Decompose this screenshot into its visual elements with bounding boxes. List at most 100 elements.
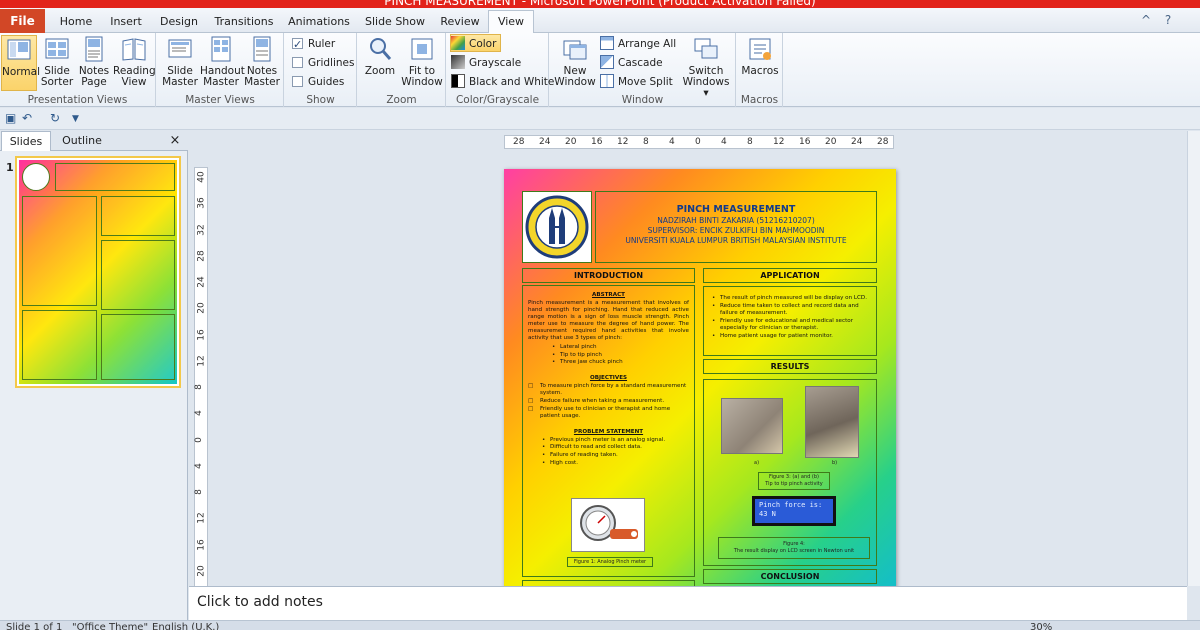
tab-view[interactable]: View bbox=[488, 10, 534, 34]
tab-transitions[interactable]: Transitions bbox=[210, 12, 278, 33]
new-window-button[interactable]: New Window bbox=[554, 35, 596, 91]
slide-master-icon bbox=[168, 39, 192, 58]
group-show: Ruler Gridlines Guides Show bbox=[285, 33, 357, 107]
zoom-button[interactable]: Zoom bbox=[362, 35, 398, 91]
notes-master-button[interactable]: Notes Master bbox=[243, 35, 281, 91]
switch-windows-icon bbox=[694, 38, 718, 59]
slides-pane: Slides Outline × 1 bbox=[0, 131, 188, 620]
figure-3-caption: Figure 3: (a) and (b) Tip to tip pinch a… bbox=[758, 472, 830, 490]
close-pane-icon[interactable]: × bbox=[166, 131, 184, 151]
undo-icon[interactable]: ↶ bbox=[22, 111, 32, 125]
slide-thumbnail-1[interactable] bbox=[15, 156, 181, 388]
tab-slides[interactable]: Slides bbox=[1, 131, 51, 151]
lcd-line-1: Pinch force is: bbox=[759, 501, 823, 509]
slide-master-button[interactable]: Slide Master bbox=[160, 35, 200, 91]
tab-insert[interactable]: Insert bbox=[104, 12, 148, 33]
notes-page-label-2: Page bbox=[81, 76, 107, 88]
fit-to-window-label-2: Window bbox=[401, 76, 443, 88]
guides-checkbox[interactable]: Guides bbox=[292, 73, 344, 91]
pinch-type-item: Tip to tip pinch bbox=[548, 352, 689, 360]
fit-to-window-button[interactable]: Fit to Window bbox=[400, 35, 444, 91]
pinch-types-list: Lateral pinch Tip to tip pinch Three jaw… bbox=[548, 344, 689, 367]
ruler-checkbox[interactable]: Ruler bbox=[292, 35, 335, 54]
notes-page-button[interactable]: Notes Page bbox=[76, 35, 112, 91]
color-label: Color bbox=[469, 38, 497, 50]
problem-item: Difficult to read and collect data. bbox=[538, 444, 689, 452]
vertical-ruler-tick: 4 bbox=[193, 462, 204, 469]
black-white-swatch-icon bbox=[451, 74, 465, 88]
handout-master-label-2: Master bbox=[203, 76, 239, 88]
gridlines-checkbox[interactable]: Gridlines bbox=[292, 54, 354, 72]
group-color-grayscale: Color Grayscale Black and White Color/Gr… bbox=[447, 33, 554, 107]
application-header: APPLICATION bbox=[760, 271, 820, 280]
horizontal-ruler-tick: 12 bbox=[617, 137, 629, 147]
horizontal-ruler-tick: 20 bbox=[565, 137, 577, 147]
quick-access-toolbar: ▣ ↶ ↻ ▼ bbox=[0, 108, 1200, 130]
reading-view-button[interactable]: Reading View bbox=[113, 35, 156, 91]
reading-view-icon bbox=[122, 38, 146, 61]
switch-windows-button[interactable]: Switch Windows ▾ bbox=[680, 35, 732, 99]
objectives-title: OBJECTIVES bbox=[589, 374, 628, 381]
notes-master-label-2: Master bbox=[244, 76, 280, 88]
notes-placeholder: Click to add notes bbox=[197, 594, 323, 610]
move-split-button[interactable]: Move Split bbox=[600, 73, 673, 91]
file-tab[interactable]: File bbox=[0, 9, 45, 33]
ribbon-tab-row: File Home Insert Design Transitions Anim… bbox=[0, 8, 1200, 34]
help-icon[interactable]: ? bbox=[1158, 10, 1178, 30]
handout-master-button[interactable]: Handout Master bbox=[200, 35, 245, 91]
window-title: PINCH MEASUREMENT - Microsoft PowerPoint… bbox=[384, 0, 816, 8]
tab-review[interactable]: Review bbox=[434, 12, 486, 33]
new-window-label-2: Window bbox=[554, 76, 596, 88]
grayscale-button[interactable]: Grayscale bbox=[451, 54, 521, 72]
tab-design[interactable]: Design bbox=[152, 12, 206, 33]
zoom-label: Zoom bbox=[364, 65, 396, 77]
notes-pane[interactable]: Click to add notes bbox=[189, 586, 1187, 620]
save-icon[interactable]: ▣ bbox=[5, 111, 16, 125]
tab-animations[interactable]: Animations bbox=[283, 12, 355, 33]
vertical-ruler-tick: 20 bbox=[196, 302, 207, 314]
handout-master-icon bbox=[211, 36, 231, 62]
macros-button[interactable]: Macros bbox=[741, 35, 779, 91]
redo-icon[interactable]: ↻ bbox=[50, 111, 60, 125]
grayscale-label: Grayscale bbox=[469, 57, 522, 69]
lcd-screen: Pinch force is: 43 N bbox=[755, 499, 833, 523]
application-item: Friendly use for educational and medical… bbox=[708, 318, 872, 333]
new-window-icon bbox=[563, 40, 587, 60]
title-block: PINCH MEASUREMENT NADZIRAH BINTI ZAKARIA… bbox=[595, 191, 877, 263]
university-logo-box bbox=[522, 191, 592, 263]
lcd-display: Pinch force is: 43 N bbox=[752, 496, 836, 526]
tab-slide-show[interactable]: Slide Show bbox=[360, 12, 430, 33]
black-and-white-button[interactable]: Black and White bbox=[451, 73, 554, 91]
arrange-all-button[interactable]: Arrange All bbox=[600, 35, 676, 53]
gridlines-check-icon bbox=[292, 57, 303, 68]
vertical-ruler-tick: 40 bbox=[196, 171, 207, 183]
problem-item: High cost. bbox=[538, 460, 689, 468]
minimize-ribbon-icon[interactable]: ^ bbox=[1136, 10, 1156, 30]
slide-sorter-button[interactable]: Slide Sorter bbox=[39, 35, 75, 91]
label-b: b) bbox=[832, 460, 838, 466]
fit-to-window-icon bbox=[411, 38, 433, 60]
normal-view-button[interactable]: Normal bbox=[1, 35, 40, 91]
slide-canvas[interactable]: PINCH MEASUREMENT NADZIRAH BINTI ZAKARIA… bbox=[504, 169, 896, 586]
grayscale-swatch-icon bbox=[451, 55, 465, 69]
vertical-scrollbar[interactable] bbox=[1187, 131, 1200, 586]
slide-thumbnail-content bbox=[19, 160, 177, 384]
vertical-ruler-tick: 12 bbox=[196, 512, 207, 524]
group-zoom: Zoom Fit to Window Zoom bbox=[358, 33, 446, 107]
group-macros: Macros Macros bbox=[737, 33, 783, 107]
group-presentation-views: Normal Slide Sorter Notes Page Reading V… bbox=[0, 33, 156, 107]
status-zoom[interactable]: 30% bbox=[1030, 622, 1052, 630]
vertical-ruler: 40 36 32 28 24 20 16 12 8 4 0 4 8 12 16 20 bbox=[194, 167, 208, 586]
cascade-button[interactable]: Cascade bbox=[600, 54, 663, 72]
horizontal-ruler-tick: 28 bbox=[513, 137, 525, 147]
horizontal-ruler-tick: 12 bbox=[773, 137, 785, 147]
color-button[interactable]: Color bbox=[450, 34, 502, 52]
tab-home[interactable]: Home bbox=[52, 12, 100, 33]
customize-qat-icon[interactable]: ▼ bbox=[72, 114, 79, 124]
horizontal-ruler: 28 24 20 16 12 8 4 0 4 8 12 16 20 24 28 bbox=[504, 135, 894, 149]
status-language: English (U.K.) bbox=[152, 622, 220, 630]
reading-view-label-2: View bbox=[121, 76, 147, 88]
horizontal-ruler-tick: 20 bbox=[825, 137, 837, 147]
application-item: Home patient usage for patient monitor. bbox=[708, 333, 872, 341]
tab-outline[interactable]: Outline bbox=[54, 131, 110, 151]
